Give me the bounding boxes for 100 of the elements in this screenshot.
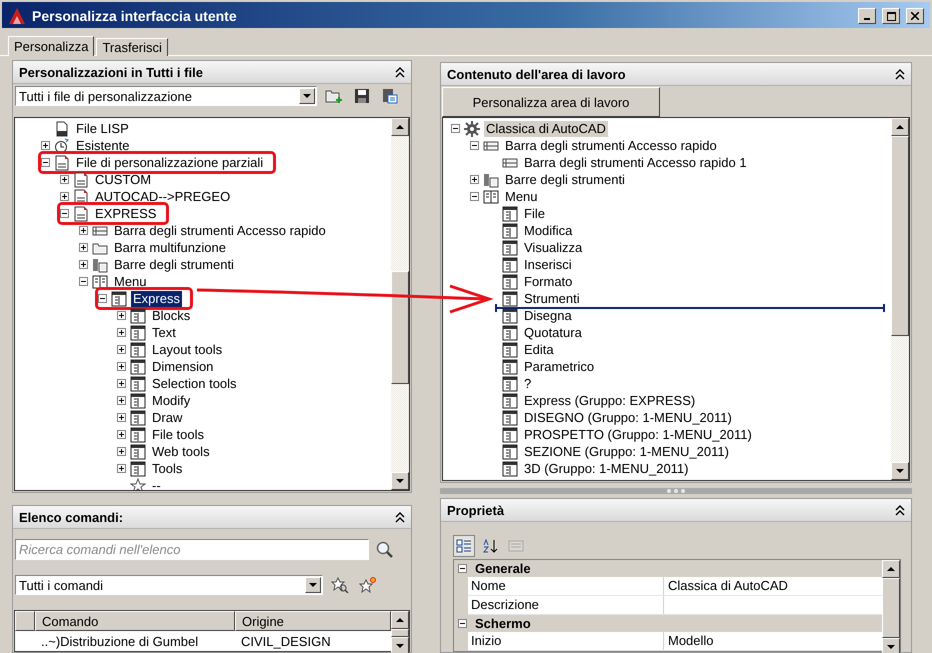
scroll-up-button[interactable] — [391, 118, 409, 136]
tree-item[interactable]: Selection tools — [150, 376, 239, 392]
expand-toggle[interactable] — [117, 328, 126, 337]
tree-item[interactable]: Express (Gruppo: EXPRESS) — [522, 392, 698, 408]
collapse-panel-icon[interactable] — [895, 68, 905, 80]
scroll-down-button[interactable] — [391, 637, 409, 653]
property-value[interactable]: Modello — [664, 632, 882, 650]
tree-item[interactable]: Menu — [112, 274, 149, 290]
scroll-down-button[interactable] — [891, 462, 909, 480]
minimize-button[interactable] — [858, 8, 876, 24]
tree-item[interactable]: ? — [522, 376, 534, 392]
tree-item[interactable]: AUTOCAD-->PREGEO — [93, 188, 232, 204]
tree-item[interactable]: Layout tools — [150, 342, 224, 358]
expand-toggle[interactable] — [117, 362, 126, 371]
tree-item[interactable]: File LISP — [74, 120, 131, 136]
customize-workspace-button[interactable]: Personalizza area di lavoro — [442, 87, 660, 117]
expand-toggle[interactable] — [117, 464, 126, 473]
collapse-panel-icon[interactable] — [395, 512, 405, 522]
toolbar-button[interactable] — [453, 535, 475, 557]
tree-item[interactable]: EXPRESS — [93, 206, 158, 222]
scroll-down-button[interactable] — [391, 472, 409, 490]
search-field[interactable]: Ricerca comandi nell'elenco — [15, 539, 369, 560]
search-icon[interactable] — [375, 540, 395, 560]
expand-toggle[interactable] — [60, 192, 69, 201]
tree-item[interactable]: File — [522, 206, 547, 222]
tree-item[interactable]: Classica di AutoCAD — [484, 120, 608, 136]
dropdown-button[interactable] — [299, 88, 315, 104]
tree-item[interactable]: Text — [150, 324, 178, 340]
scrollbar[interactable] — [391, 611, 409, 651]
collapse-toggle[interactable] — [79, 277, 88, 286]
collapse-toggle[interactable] — [451, 124, 460, 133]
tree-item[interactable]: Tools — [150, 460, 184, 476]
tree-item[interactable]: Disegna — [522, 308, 574, 324]
column-header[interactable]: Origine — [235, 611, 391, 631]
scrollbar-thumb[interactable] — [882, 578, 900, 638]
collapse-toggle[interactable] — [60, 209, 69, 218]
expand-toggle[interactable] — [79, 260, 88, 269]
collapse-toggle[interactable] — [470, 192, 479, 201]
tree-item[interactable]: Inserisci — [522, 256, 574, 272]
scroll-down-button[interactable] — [882, 638, 900, 653]
tree-item[interactable]: DISEGNO (Gruppo: 1-MENU_2011) — [522, 410, 734, 426]
scroll-up-button[interactable] — [891, 118, 909, 136]
scrollbar[interactable] — [391, 118, 409, 490]
column-header[interactable]: Comando — [35, 611, 235, 631]
expand-toggle[interactable] — [470, 175, 479, 184]
expand-toggle[interactable] — [117, 379, 126, 388]
tree-item[interactable]: Barra degli strumenti Accesso rapido 1 — [522, 154, 749, 170]
expand-toggle[interactable] — [41, 141, 50, 150]
tree-item[interactable]: Formato — [522, 274, 574, 290]
tree-item[interactable]: File tools — [150, 426, 206, 442]
expand-toggle[interactable] — [117, 396, 126, 405]
tree-item[interactable]: Esistente — [74, 138, 132, 154]
tree-item[interactable]: Edita — [522, 342, 556, 358]
expand-toggle[interactable] — [117, 447, 126, 456]
tree-item[interactable]: Barra degli strumenti Accesso rapido — [503, 138, 719, 154]
collapse-toggle[interactable] — [458, 619, 467, 628]
property-value[interactable]: Classica di AutoCAD — [664, 577, 882, 595]
tree-item[interactable]: Barra degli strumenti Accesso rapido — [112, 222, 328, 238]
tree-item[interactable]: Barre degli strumenti — [112, 256, 236, 272]
tree-item[interactable]: CUSTOM — [93, 172, 154, 188]
expand-toggle[interactable] — [117, 345, 126, 354]
tree-item[interactable]: PROSPETTO (Gruppo: 1-MENU_2011) — [522, 426, 754, 442]
tree-item[interactable]: Dimension — [150, 358, 216, 374]
tree-item[interactable]: Barre degli strumenti — [503, 172, 627, 188]
scrollbar-thumb[interactable] — [391, 629, 409, 637]
collapse-toggle[interactable] — [458, 564, 467, 573]
tree-item[interactable]: File di personalizzazione parziali — [74, 154, 266, 170]
collapse-panel-icon[interactable] — [895, 504, 905, 516]
tree-item[interactable]: Menu — [503, 188, 540, 204]
maximize-button[interactable] — [882, 8, 900, 24]
collapse-toggle[interactable] — [98, 294, 107, 303]
tree-item[interactable]: Strumenti — [522, 290, 582, 306]
expand-toggle[interactable] — [117, 413, 126, 422]
scrollbar[interactable] — [891, 118, 909, 480]
tree-item[interactable]: Express — [131, 290, 182, 306]
tree-item[interactable]: SEZIONE (Gruppo: 1-MENU_2011) — [522, 444, 731, 460]
expand-toggle[interactable] — [79, 226, 88, 235]
tab[interactable]: Trasferisci — [96, 38, 168, 56]
scrollbar-thumb[interactable] — [891, 136, 909, 336]
file-filter-dropdown[interactable]: Tutti i file di personalizzazione — [15, 86, 317, 106]
scrollbar-thumb[interactable] — [391, 271, 409, 384]
tree-item[interactable]: Modify — [150, 392, 192, 408]
tree-item[interactable]: Draw — [150, 410, 184, 426]
tree-item[interactable]: 3D (Gruppo: 1-MENU_2011) — [522, 460, 690, 476]
tree-item[interactable]: -- — [150, 478, 163, 490]
tree-item[interactable]: Quotatura — [522, 324, 584, 340]
expand-toggle[interactable] — [117, 430, 126, 439]
collapse-panel-icon[interactable] — [395, 66, 405, 78]
collapse-toggle[interactable] — [470, 141, 479, 150]
dropdown-button[interactable] — [305, 577, 321, 593]
command-filter-dropdown[interactable]: Tutti i comandi — [15, 575, 323, 595]
tree-item[interactable]: Modifica — [522, 222, 574, 238]
tree-item[interactable]: Web tools — [150, 444, 212, 460]
close-button[interactable] — [906, 8, 924, 24]
expand-toggle[interactable] — [60, 175, 69, 184]
scrollbar[interactable] — [882, 560, 900, 651]
tree-item[interactable]: Visualizza — [522, 240, 584, 256]
scroll-up-button[interactable] — [391, 611, 409, 629]
new-command-button[interactable] — [357, 574, 379, 596]
expand-toggle[interactable] — [117, 311, 126, 320]
